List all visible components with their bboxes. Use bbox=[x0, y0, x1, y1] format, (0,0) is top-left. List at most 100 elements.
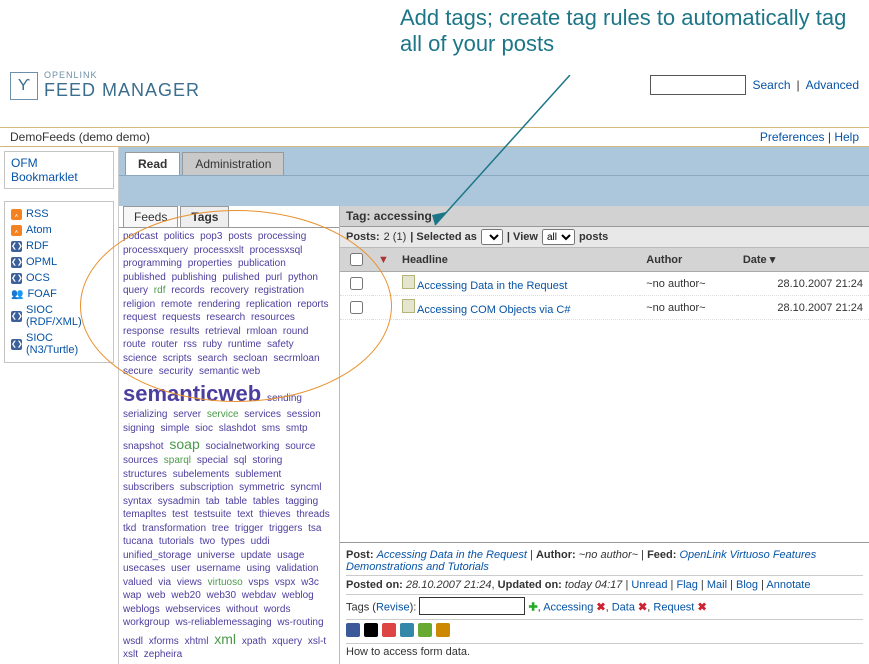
tag-cloud-item[interactable]: test bbox=[172, 509, 188, 520]
tag-cloud-item[interactable]: subscribers bbox=[123, 482, 174, 493]
tag-cloud-item[interactable]: subscription bbox=[180, 482, 233, 493]
tag-cloud-item[interactable]: religion bbox=[123, 299, 155, 310]
remove-tag-icon[interactable]: ✖ bbox=[638, 601, 647, 613]
tag-cloud-item[interactable]: xpath bbox=[242, 636, 266, 647]
tag-cloud-item[interactable]: tutorials bbox=[159, 536, 194, 547]
tag-cloud-item[interactable]: remote bbox=[161, 299, 192, 310]
tag-cloud-item[interactable]: programming bbox=[123, 258, 182, 269]
tag-cloud-item[interactable]: vsps bbox=[248, 577, 269, 588]
tag-cloud-item[interactable]: xslt bbox=[123, 649, 138, 660]
tag-cloud-item[interactable]: request bbox=[123, 312, 156, 323]
add-tag-icon[interactable]: ✚ bbox=[528, 601, 537, 613]
tag-cloud-item[interactable]: politics bbox=[164, 231, 195, 242]
tag-cloud-item[interactable]: storing bbox=[252, 455, 282, 466]
tag-cloud-item[interactable]: processing bbox=[258, 231, 306, 242]
advanced-link[interactable]: Advanced bbox=[806, 78, 859, 92]
view-dropdown[interactable]: all bbox=[542, 229, 575, 245]
tag-cloud-item[interactable]: syntax bbox=[123, 496, 152, 507]
select-all-checkbox[interactable] bbox=[350, 253, 363, 266]
tag-cloud-item[interactable]: safety bbox=[267, 339, 294, 350]
tag-cloud-item[interactable]: publication bbox=[238, 258, 286, 269]
tag-cloud-item[interactable]: server bbox=[173, 409, 201, 420]
tag-cloud-item[interactable]: triggers bbox=[269, 523, 302, 534]
tag-cloud-item[interactable]: using bbox=[247, 563, 271, 574]
sidebar-feed-item[interactable]: ❮❯ OPML bbox=[11, 254, 107, 270]
tag-cloud-item[interactable]: snapshot bbox=[123, 441, 164, 452]
tag-cloud-item[interactable]: text bbox=[237, 509, 253, 520]
tag-cloud-item[interactable]: registration bbox=[255, 285, 304, 296]
sidebar-feed-item[interactable]: ៱ RSS bbox=[11, 206, 107, 222]
tag-cloud-item[interactable]: tagging bbox=[285, 496, 318, 507]
tag-cloud-item[interactable]: sublement bbox=[235, 469, 281, 480]
tag-cloud-item[interactable]: secloan bbox=[233, 353, 267, 364]
tag-cloud-item[interactable]: views bbox=[177, 577, 202, 588]
tag-cloud-item[interactable]: records bbox=[171, 285, 204, 296]
tag-cloud-item[interactable]: ws-routing bbox=[277, 617, 323, 628]
tag-cloud-item[interactable]: tsa bbox=[308, 523, 321, 534]
tag-cloud-item[interactable]: socialnetworking bbox=[206, 441, 280, 452]
tag-cloud-item[interactable]: replication bbox=[246, 299, 292, 310]
tag-cloud-item[interactable]: xsl-t bbox=[308, 636, 326, 647]
tag-cloud-item[interactable]: structures bbox=[123, 469, 167, 480]
tag-cloud-item[interactable]: search bbox=[197, 353, 227, 364]
tag-cloud-item[interactable]: sparql bbox=[164, 455, 191, 466]
col-author[interactable]: Author bbox=[640, 248, 737, 272]
row-checkbox[interactable] bbox=[350, 277, 363, 290]
tag-cloud-item[interactable]: w3c bbox=[301, 577, 319, 588]
tag-cloud-item[interactable]: xml bbox=[214, 631, 236, 647]
tag-cloud-item[interactable]: purl bbox=[265, 272, 282, 283]
col-headline[interactable]: Headline bbox=[396, 248, 640, 272]
tag-cloud-item[interactable]: sources bbox=[123, 455, 158, 466]
tag-cloud-item[interactable]: processxslt bbox=[194, 245, 244, 256]
sidebar-feed-item[interactable]: ❮❯ SIOC (N3/Turtle) bbox=[11, 330, 107, 358]
tag-cloud-item[interactable]: user bbox=[171, 563, 190, 574]
tag-cloud-item[interactable]: rendering bbox=[198, 299, 240, 310]
tag-cloud-item[interactable]: requests bbox=[162, 312, 200, 323]
post-link[interactable]: Accessing COM Objects via C# bbox=[417, 304, 570, 316]
tag-cloud-item[interactable]: universe bbox=[197, 550, 235, 561]
tag-cloud-item[interactable]: syncml bbox=[290, 482, 321, 493]
tag-cloud-item[interactable]: services bbox=[244, 409, 281, 420]
tag-cloud-item[interactable]: wsdl bbox=[123, 636, 143, 647]
tag-cloud-item[interactable]: unified_storage bbox=[123, 550, 191, 561]
tag-cloud-item[interactable]: results bbox=[170, 326, 199, 337]
tag-cloud-item[interactable]: soap bbox=[169, 436, 199, 452]
tag-cloud-item[interactable]: pop3 bbox=[200, 231, 222, 242]
subtab-tags[interactable]: Tags bbox=[180, 206, 229, 227]
tag-cloud-item[interactable]: query bbox=[123, 285, 148, 296]
share-reddit-icon[interactable] bbox=[382, 623, 396, 637]
tag-cloud-item[interactable]: words bbox=[264, 604, 291, 615]
mail-link[interactable]: Mail bbox=[707, 579, 727, 591]
tag-cloud-item[interactable]: semantic web bbox=[199, 366, 260, 377]
tag-cloud-item[interactable]: source bbox=[285, 441, 315, 452]
tag-cloud-item[interactable]: trigger bbox=[235, 523, 263, 534]
tag-cloud-item[interactable]: xhtml bbox=[185, 636, 209, 647]
tag-cloud-item[interactable]: podcast bbox=[123, 231, 158, 242]
tag-cloud-item[interactable]: symmetric bbox=[239, 482, 285, 493]
tag-cloud-item[interactable]: session bbox=[287, 409, 321, 420]
bookmarklet-link[interactable]: OFM Bookmarklet bbox=[11, 156, 78, 184]
col-date[interactable]: Date ▾ bbox=[737, 248, 869, 272]
table-row[interactable]: Accessing Data in the Request~no author~… bbox=[340, 272, 869, 296]
tag-cloud-item[interactable]: smtp bbox=[286, 423, 308, 434]
blog-link[interactable]: Blog bbox=[736, 579, 758, 591]
tag-cloud-item[interactable]: sql bbox=[234, 455, 247, 466]
tag-input[interactable] bbox=[419, 597, 525, 615]
tag-cloud-item[interactable]: rdf bbox=[154, 285, 166, 296]
tag-cloud-item[interactable]: testsuite bbox=[194, 509, 231, 520]
remove-tag-icon[interactable]: ✖ bbox=[596, 601, 605, 613]
selected-as-dropdown[interactable] bbox=[481, 229, 503, 245]
tag-cloud-item[interactable]: round bbox=[283, 326, 309, 337]
tag-cloud-item[interactable]: rmloan bbox=[247, 326, 278, 337]
tag-cloud-item[interactable]: via bbox=[158, 577, 171, 588]
tag-cloud-item[interactable]: tab bbox=[206, 496, 220, 507]
sidebar-feed-item[interactable]: ❮❯ SIOC (RDF/XML) bbox=[11, 302, 107, 330]
tag-cloud-item[interactable]: workgroup bbox=[123, 617, 170, 628]
tag-cloud-item[interactable]: resources bbox=[251, 312, 295, 323]
tag-cloud-item[interactable]: service bbox=[207, 409, 239, 420]
tag-cloud-item[interactable]: without bbox=[226, 604, 258, 615]
tag-cloud-item[interactable]: uddi bbox=[251, 536, 270, 547]
row-checkbox[interactable] bbox=[350, 301, 363, 314]
help-link[interactable]: Help bbox=[834, 130, 859, 144]
tag-cloud-item[interactable]: properties bbox=[188, 258, 232, 269]
